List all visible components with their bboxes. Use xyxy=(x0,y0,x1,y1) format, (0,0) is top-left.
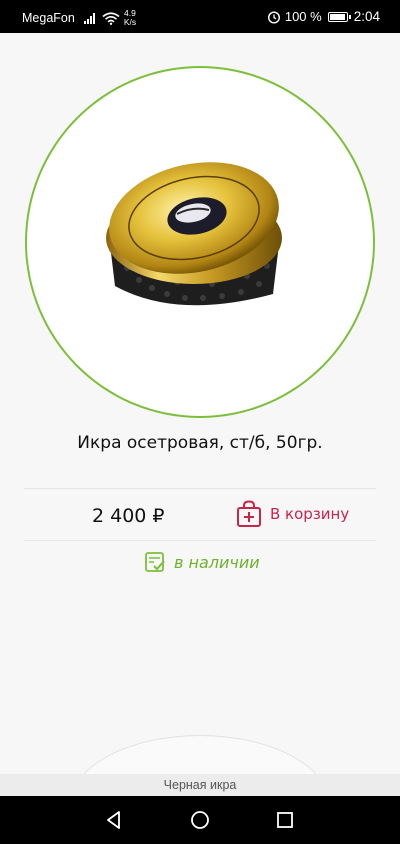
status-bar: MegaFon 4.9 K/s 100 % 2:04 xyxy=(0,0,400,33)
home-icon[interactable] xyxy=(190,810,210,830)
status-right: 100 % 2:04 xyxy=(267,9,380,24)
status-left: MegaFon 4.9 K/s xyxy=(22,9,136,27)
network-speed: 4.9 K/s xyxy=(124,9,136,27)
signal-icon xyxy=(83,12,96,24)
back-icon[interactable] xyxy=(104,810,124,830)
wifi-icon xyxy=(102,11,120,25)
add-to-cart-button[interactable]: В корзину xyxy=(236,500,349,528)
product-price: 2 400 ₽ xyxy=(92,505,165,527)
stock-status: в наличии xyxy=(144,551,260,573)
clipboard-check-icon xyxy=(145,552,165,572)
caviar-jar-image xyxy=(106,162,282,306)
battery-icon xyxy=(327,11,351,22)
system-nav-bar xyxy=(0,796,400,844)
carrier-name: MegaFon xyxy=(22,11,75,25)
add-to-cart-label: В корзину xyxy=(270,505,350,523)
shopping-bag-plus-icon xyxy=(237,500,261,527)
network-speed-unit: K/s xyxy=(123,17,137,27)
divider-top xyxy=(24,488,376,489)
stock-status-label: в наличии xyxy=(174,552,260,572)
divider-bottom xyxy=(24,540,376,541)
alarm-icon xyxy=(267,10,280,24)
clock: 2:04 xyxy=(353,9,380,24)
product-image-frame[interactable] xyxy=(25,66,375,418)
category-tab[interactable]: Черная икра xyxy=(0,774,400,796)
battery-percent: 100 % xyxy=(284,9,322,24)
recents-icon[interactable] xyxy=(275,810,295,830)
product-title: Икра осетровая, ст/б, 50гр. xyxy=(77,433,323,453)
